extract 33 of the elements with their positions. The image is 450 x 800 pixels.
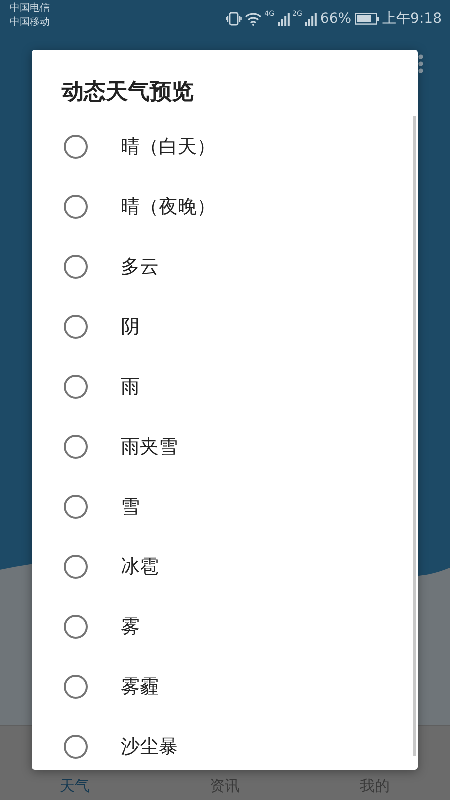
battery-icon bbox=[354, 13, 380, 25]
radio-button[interactable] bbox=[64, 195, 88, 219]
radio-button[interactable] bbox=[64, 135, 88, 159]
signal-icon bbox=[278, 12, 290, 26]
option-label[interactable]: 雨 bbox=[121, 374, 140, 400]
option-label[interactable]: 晴（白天） bbox=[121, 134, 216, 160]
signal-icon bbox=[305, 12, 318, 26]
option-label[interactable]: 沙尘暴 bbox=[121, 734, 178, 760]
clock: 上午9:18 bbox=[382, 10, 442, 28]
more-icon[interactable] bbox=[418, 54, 424, 74]
option-label[interactable]: 雾霾 bbox=[121, 674, 159, 700]
radio-button[interactable] bbox=[64, 315, 88, 339]
option-label[interactable]: 雾 bbox=[121, 614, 140, 640]
option-label[interactable]: 雪 bbox=[121, 494, 140, 520]
radio-button[interactable] bbox=[64, 435, 88, 459]
vibrate-icon bbox=[226, 12, 242, 26]
option-label[interactable]: 多云 bbox=[121, 254, 159, 280]
wifi-icon bbox=[244, 12, 262, 26]
radio-button[interactable] bbox=[64, 255, 88, 279]
dialog-title: 动态天气预览 bbox=[60, 79, 195, 107]
carrier-name: 中国移动 bbox=[10, 16, 50, 30]
radio-button[interactable] bbox=[64, 675, 88, 699]
radio-button[interactable] bbox=[64, 495, 88, 519]
option-label[interactable]: 雨夹雪 bbox=[121, 434, 178, 460]
radio-button[interactable] bbox=[64, 555, 88, 579]
carrier-name: 中国电信 bbox=[10, 2, 50, 16]
option-label[interactable]: 阴 bbox=[121, 314, 140, 340]
radio-button[interactable] bbox=[64, 375, 88, 399]
option-label[interactable]: 晴（夜晚） bbox=[121, 194, 216, 220]
radio-button[interactable] bbox=[64, 735, 88, 759]
option-label[interactable]: 冰雹 bbox=[121, 554, 159, 580]
battery-percent: 66% bbox=[320, 11, 352, 27]
radio-button[interactable] bbox=[64, 615, 88, 639]
